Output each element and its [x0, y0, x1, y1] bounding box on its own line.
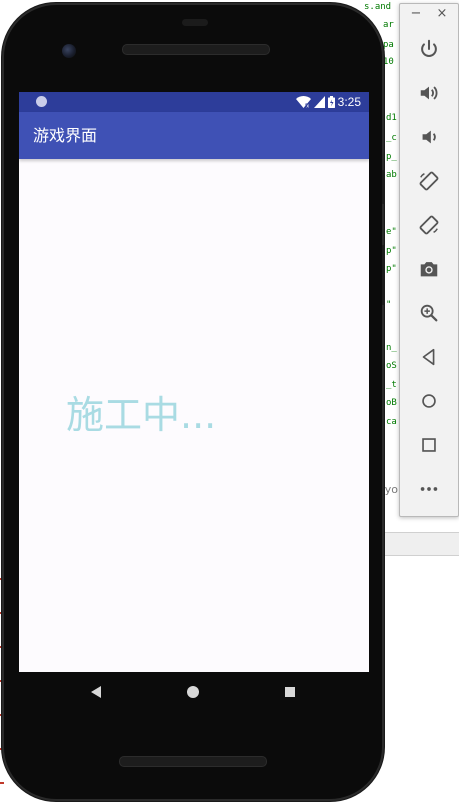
- code-fragment: n_: [386, 343, 397, 353]
- code-fragment: _c: [386, 133, 397, 143]
- power-icon: [421, 39, 437, 57]
- home-icon: [422, 394, 436, 408]
- app-title: 游戏界面: [33, 126, 98, 145]
- emulator-toolbar: − ×: [399, 3, 459, 517]
- battery-icon: [328, 96, 335, 108]
- volume-up-icon: [420, 86, 438, 100]
- rotate-right-icon: [419, 215, 439, 235]
- nav-recents-button[interactable]: [285, 687, 295, 697]
- code-fragment: ar: [383, 20, 394, 30]
- volume-down-button[interactable]: [417, 125, 441, 149]
- side-button[interactable]: [382, 245, 385, 305]
- zoom-icon: [420, 304, 438, 322]
- bottom-speaker: [119, 756, 267, 767]
- volume-down-icon: [422, 130, 436, 144]
- code-fragment: s.and: [364, 2, 392, 12]
- code-fragment: pa: [383, 40, 394, 50]
- notification-icon: [36, 96, 47, 107]
- rotate-left-button[interactable]: [417, 169, 441, 193]
- rotate-left-icon: [419, 171, 439, 191]
- code-fragment: p": [386, 264, 397, 274]
- code-fragment: p_: [386, 152, 397, 162]
- code-fragment: oB: [386, 398, 397, 408]
- screenshot-button[interactable]: [417, 257, 441, 281]
- desktop: s.and ar pa 10 d1 _c p_ ab e" p" p" " n_…: [0, 0, 459, 802]
- status-icons: x: [296, 95, 335, 109]
- front-camera: [62, 44, 76, 58]
- volume-up-button[interactable]: [417, 81, 441, 105]
- camera-icon: [420, 262, 438, 277]
- ide-lower-bar: [376, 532, 459, 556]
- overview-icon: [422, 438, 436, 452]
- code-fragment: ca: [386, 417, 397, 427]
- code-fragment: 10: [383, 57, 394, 67]
- more-icon: [420, 487, 438, 491]
- svg-text:x: x: [306, 103, 309, 108]
- zoom-button[interactable]: [417, 301, 441, 325]
- error-marker: [0, 782, 4, 784]
- more-button[interactable]: [417, 477, 441, 501]
- code-fragment: p": [386, 246, 397, 256]
- code-fragment: ": [386, 300, 392, 310]
- overview-button[interactable]: [417, 433, 441, 457]
- code-fragment: _t: [386, 380, 397, 390]
- earpiece-speaker: [122, 44, 270, 55]
- wifi-icon: x: [296, 96, 311, 108]
- status-time: 3:25: [337, 95, 361, 109]
- phone-screen: x 3:25 游戏界面 施工中...: [19, 92, 369, 672]
- close-button[interactable]: ×: [434, 6, 450, 22]
- power-button[interactable]: [417, 37, 441, 61]
- side-button[interactable]: [382, 170, 385, 204]
- status-bar: x 3:25: [19, 92, 369, 112]
- sensor-slot: [182, 19, 208, 26]
- code-fragment: ab: [386, 170, 397, 180]
- minimize-button[interactable]: −: [408, 6, 424, 22]
- nav-home-button[interactable]: [187, 686, 199, 698]
- app-toolbar: 游戏界面: [19, 112, 369, 159]
- rotate-right-button[interactable]: [417, 213, 441, 237]
- code-fragment: d1: [386, 113, 397, 123]
- under-construction-text: 施工中...: [66, 393, 217, 437]
- nav-back-button[interactable]: [91, 686, 101, 698]
- code-fragment: oS: [386, 361, 397, 371]
- cellular-signal-icon: [314, 96, 325, 108]
- back-button[interactable]: [417, 345, 441, 369]
- home-button[interactable]: [417, 389, 441, 413]
- back-icon: [422, 348, 435, 366]
- code-fragment: e": [386, 227, 397, 237]
